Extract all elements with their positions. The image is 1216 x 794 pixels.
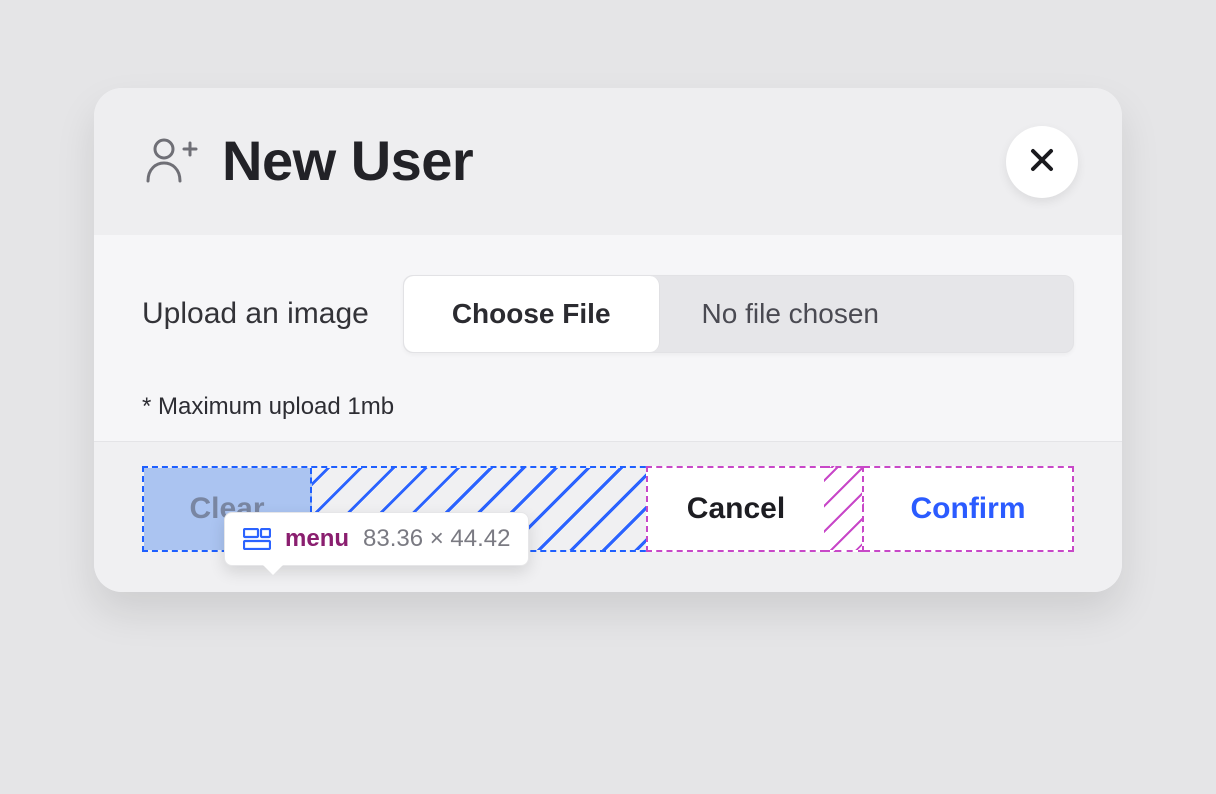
close-button[interactable] (1006, 126, 1078, 198)
gap-overlay (824, 466, 864, 552)
upload-hint: * Maximum upload 1mb (142, 393, 1074, 421)
file-picker: Choose File No file chosen (403, 275, 1074, 353)
flex-layout-icon (243, 528, 271, 550)
tooltip-dimensions: 83.36 × 44.42 (363, 525, 510, 553)
user-plus-icon (142, 133, 198, 189)
close-icon (1028, 146, 1056, 177)
cancel-button[interactable]: Cancel (648, 468, 824, 550)
tooltip-element-tag: menu (285, 525, 349, 553)
upload-row: Upload an image Choose File No file chos… (142, 275, 1074, 353)
dialog-header: New User (94, 88, 1122, 235)
cancel-button-overlay: Cancel (646, 466, 826, 552)
confirm-button-overlay: Confirm (864, 466, 1074, 552)
file-chosen-status: No file chosen (660, 276, 1073, 352)
choose-file-button[interactable]: Choose File (404, 276, 660, 352)
dialog-body: Upload an image Choose File No file chos… (94, 235, 1122, 441)
dialog-title: New User (222, 128, 473, 193)
confirm-button[interactable]: Confirm (864, 468, 1072, 550)
devtools-inspect-tooltip: menu 83.36 × 44.42 (224, 512, 529, 566)
new-user-dialog: New User Upload an image Choose File No … (94, 88, 1122, 592)
upload-label: Upload an image (142, 297, 369, 331)
